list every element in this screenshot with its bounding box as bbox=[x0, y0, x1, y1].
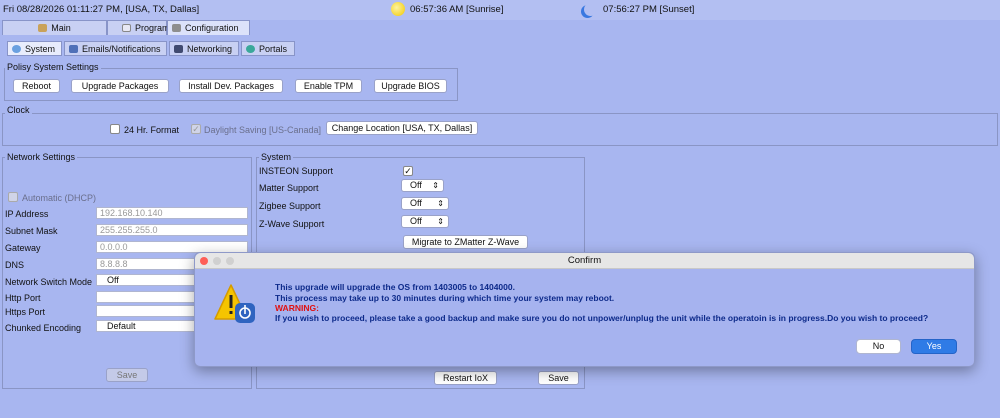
matter-support-select[interactable]: Off ⇕ bbox=[401, 179, 444, 192]
enable-tpm-button[interactable]: Enable TPM bbox=[295, 79, 362, 93]
daylight-saving-checkbox: ✓ bbox=[191, 124, 201, 134]
moon-icon bbox=[584, 3, 597, 16]
24hr-format-label: 24 Hr. Format bbox=[124, 125, 180, 135]
zwave-support-label: Z-Wave Support bbox=[259, 219, 325, 229]
polisy-settings-title: Polisy System Settings bbox=[5, 62, 101, 72]
tab-emails-notifications[interactable]: Emails/Notifications bbox=[64, 41, 167, 56]
https-port-field[interactable] bbox=[96, 305, 196, 317]
network-settings-title: Network Settings bbox=[5, 152, 78, 162]
chunked-encoding-select[interactable]: Default bbox=[96, 320, 196, 332]
globe-icon bbox=[246, 45, 255, 53]
zigbee-support-label: Zigbee Support bbox=[259, 201, 321, 211]
dialog-title: Confirm bbox=[567, 255, 602, 266]
mail-icon bbox=[69, 45, 78, 53]
dhcp-checkbox bbox=[8, 192, 18, 202]
top-status-bar: Fri 08/28/2026 01:11:27 PM, [USA, TX, Da… bbox=[0, 0, 1000, 20]
zwave-support-select[interactable]: Off ⇕ bbox=[401, 215, 449, 228]
https-port-label: Https Port bbox=[5, 307, 46, 317]
yes-button[interactable]: Yes bbox=[911, 339, 957, 354]
zoom-icon bbox=[226, 257, 234, 265]
wrench-icon bbox=[172, 24, 181, 32]
24hr-format-checkbox[interactable] bbox=[110, 124, 120, 134]
minimize-icon bbox=[213, 257, 221, 265]
upgrade-bios-button[interactable]: Upgrade BIOS bbox=[374, 79, 447, 93]
dialog-message-line3: If you wish to proceed, please take a go… bbox=[275, 313, 929, 323]
tab-portals[interactable]: Portals bbox=[241, 41, 295, 56]
dhcp-label: Automatic (DHCP) bbox=[22, 193, 97, 203]
ip-address-label: IP Address bbox=[5, 209, 49, 219]
sunrise-time: 06:57:36 AM [Sunrise] bbox=[410, 4, 504, 15]
ip-address-field[interactable]: 192.168.10.140 bbox=[96, 207, 248, 219]
subnet-mask-field[interactable]: 255.255.255.0 bbox=[96, 224, 248, 236]
network-switch-mode-select[interactable]: Off bbox=[96, 274, 196, 286]
close-icon[interactable] bbox=[200, 257, 208, 265]
dialog-message-line2: This process may take up to 30 minutes d… bbox=[275, 293, 615, 303]
tab-networking[interactable]: Networking bbox=[169, 41, 239, 56]
change-location-button[interactable]: Change Location [USA, TX, Dallas] bbox=[326, 121, 478, 135]
confirm-dialog: Confirm This upgrade will upgrade the OS… bbox=[194, 252, 975, 367]
chevron-updown-icon: ⇕ bbox=[437, 217, 444, 226]
tab-main[interactable]: Main bbox=[2, 20, 107, 35]
migrate-zmatter-button[interactable]: Migrate to ZMatter Z-Wave bbox=[403, 235, 528, 249]
matter-support-label: Matter Support bbox=[259, 183, 319, 193]
upgrade-packages-button[interactable]: Upgrade Packages bbox=[71, 79, 169, 93]
insteon-support-label: INSTEON Support bbox=[259, 166, 334, 176]
no-button[interactable]: No bbox=[856, 339, 901, 354]
chevron-updown-icon: ⇕ bbox=[437, 199, 444, 208]
current-datetime: Fri 08/28/2026 01:11:27 PM, [USA, TX, Da… bbox=[3, 4, 200, 15]
sunset-time: 07:56:27 PM [Sunset] bbox=[603, 4, 695, 15]
subnet-mask-label: Subnet Mask bbox=[5, 226, 58, 236]
tab-programs[interactable]: Programs bbox=[107, 20, 174, 35]
dialog-message-line1: This upgrade will upgrade the OS from 14… bbox=[275, 282, 515, 292]
network-switch-mode-label: Network Switch Mode bbox=[5, 277, 93, 287]
document-icon bbox=[122, 24, 131, 32]
daylight-saving-label: Daylight Saving [US-Canada] bbox=[204, 125, 322, 135]
install-dev-packages-button[interactable]: Install Dev. Packages bbox=[179, 79, 283, 93]
dns-label: DNS bbox=[5, 260, 25, 270]
gateway-label: Gateway bbox=[5, 243, 41, 253]
system-title: System bbox=[259, 152, 294, 162]
insteon-support-checkbox[interactable]: ✓ bbox=[403, 166, 413, 176]
chevron-updown-icon: ⇕ bbox=[432, 181, 439, 190]
tab-configuration[interactable]: Configuration bbox=[167, 20, 250, 35]
restart-iox-button[interactable]: Restart IoX bbox=[434, 371, 497, 385]
http-port-label: Http Port bbox=[5, 293, 41, 303]
network-icon bbox=[174, 45, 183, 53]
sun-icon bbox=[391, 2, 405, 16]
clock-title: Clock bbox=[5, 105, 32, 115]
gear-icon bbox=[12, 45, 21, 53]
network-save-button: Save bbox=[106, 368, 148, 382]
http-port-field[interactable] bbox=[96, 291, 196, 303]
home-icon bbox=[38, 24, 48, 32]
zigbee-support-select[interactable]: Off ⇕ bbox=[401, 197, 449, 210]
tab-system[interactable]: System bbox=[7, 41, 62, 56]
dialog-warning-label: WARNING: bbox=[275, 303, 319, 313]
warning-icon bbox=[213, 283, 257, 325]
chunked-encoding-label: Chunked Encoding bbox=[5, 323, 82, 333]
dialog-titlebar: Confirm bbox=[195, 253, 974, 269]
system-save-button[interactable]: Save bbox=[538, 371, 579, 385]
reboot-button[interactable]: Reboot bbox=[13, 79, 60, 93]
